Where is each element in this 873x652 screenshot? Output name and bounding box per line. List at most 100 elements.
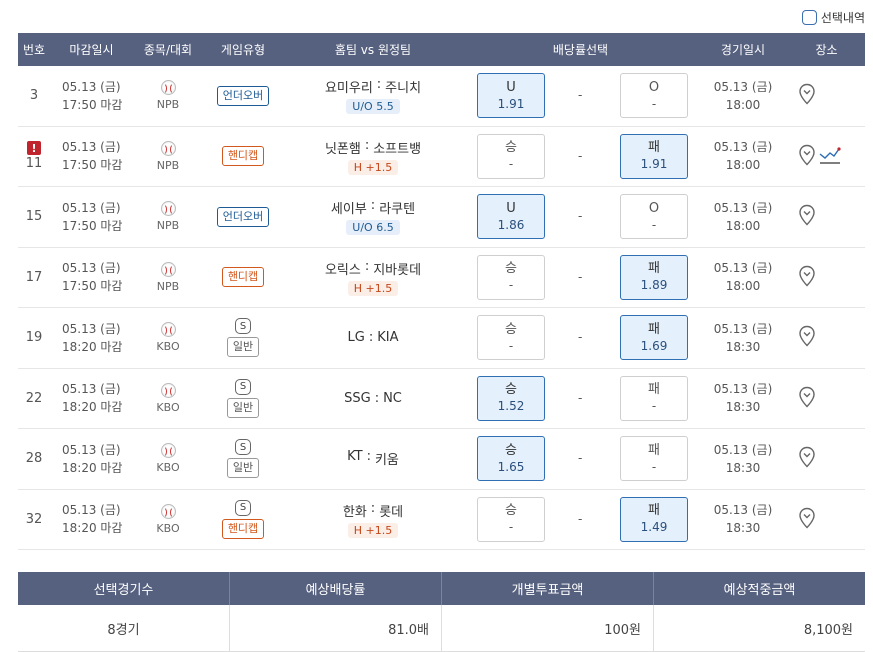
odds-button-left[interactable]: U 1.86: [477, 194, 545, 239]
game-time: 18:30: [725, 400, 761, 415]
odds-button-right[interactable]: 패 1.91: [620, 133, 688, 179]
game-type-tag: 일반: [226, 458, 260, 479]
odds-draw: -: [578, 330, 583, 344]
vs-separator: :: [368, 330, 374, 346]
away-team: 지바롯데: [373, 262, 422, 278]
odds-button-left[interactable]: 승 1.65: [477, 436, 545, 481]
baseball-icon: [160, 503, 176, 519]
odds-button-right[interactable]: O-: [620, 194, 688, 239]
odds-draw: -: [578, 148, 583, 163]
event-cell: NPB: [133, 66, 203, 126]
game-time: 18:00: [725, 158, 761, 173]
game-datetime-cell: 05.13 (금) 18:00: [698, 127, 788, 187]
event-cell: KBO: [133, 490, 203, 550]
odds-cell: 승 - - 패 1.69: [463, 308, 698, 368]
game-type-cell: S 핸디캡: [203, 490, 283, 550]
odds-option-label: 패: [648, 382, 660, 397]
odds-cell: 승 - - 패 1.91: [463, 127, 698, 187]
odds-button-right[interactable]: O-: [620, 73, 688, 118]
place-cell: [788, 308, 865, 368]
row-number: 19: [25, 330, 43, 346]
odds-cell: U 1.91 - O -: [463, 66, 698, 126]
odds-button-right[interactable]: 패-: [620, 436, 688, 481]
summary-payout: 8,100원: [803, 622, 853, 638]
game-time: 18:00: [725, 279, 761, 294]
vs-separator: :: [376, 77, 382, 93]
odds-button-left[interactable]: 승 1.52: [477, 375, 545, 421]
game-time: 18:00: [725, 97, 761, 112]
teams-cell: SSG: NC: [283, 369, 463, 429]
odds-button-right[interactable]: 패 1.69: [620, 315, 688, 360]
location-pin-icon[interactable]: [798, 507, 816, 532]
deadline-date: 05.13 (금): [62, 442, 121, 457]
league-name: NPB: [156, 98, 180, 112]
row-number-cell: ! 11: [18, 127, 50, 187]
odds-button-left[interactable]: 승-: [477, 133, 545, 179]
game-datetime-cell: 05.13 (금) 18:00: [698, 248, 788, 308]
odds-value: -: [651, 399, 657, 413]
row-number-cell: 17: [18, 248, 50, 308]
team-names: 요미우리: 주니치: [325, 77, 421, 96]
odds-value: -: [508, 338, 514, 353]
event-cell: NPB: [133, 248, 203, 308]
trend-chart-icon[interactable]: [818, 144, 842, 169]
odds-value: 1.89: [640, 278, 668, 292]
location-pin-icon[interactable]: [798, 446, 816, 471]
summary-odds: 81.0배: [230, 605, 442, 651]
selection-toggle[interactable]: 선택내역: [801, 6, 865, 28]
location-pin-icon[interactable]: [798, 83, 816, 108]
league-name: KBO: [156, 340, 180, 354]
odds-draw: -: [578, 209, 583, 223]
row-number-cell: 19: [18, 308, 50, 368]
location-pin-icon[interactable]: [798, 325, 816, 350]
odds-cell: 승 - - 패 1.49: [463, 490, 698, 550]
location-pin-icon[interactable]: [798, 386, 816, 411]
location-pin-icon[interactable]: [798, 144, 816, 169]
odds-option-label: U: [506, 79, 516, 95]
odds-cell: 승 - - 패 1.89: [463, 248, 698, 308]
selection-checkbox[interactable]: [801, 9, 817, 25]
odds-button-right[interactable]: 패-: [620, 375, 688, 421]
odds-value: -: [651, 459, 657, 474]
baseball-icon: [160, 201, 176, 217]
location-pin-icon[interactable]: [798, 265, 816, 290]
odds-button-right[interactable]: 패 1.49: [620, 496, 688, 542]
table-row: 17 05.13 (금) 17:50 마감 NPB 핸디캡 오릭스: 지바롯데 H +1.5 승…: [18, 248, 865, 308]
deadline-cell: 05.13 (금) 17:50 마감: [50, 66, 133, 126]
team-names: 세이부: 라쿠텐: [331, 198, 415, 217]
handicap-badge: H +1.5: [347, 280, 399, 296]
league-name: NPB: [156, 158, 180, 172]
odds-button-right[interactable]: 패 1.89: [620, 254, 688, 300]
header-teams: 홈팀 vs 원정팀: [334, 43, 412, 57]
odds-value: 1.65: [497, 459, 525, 474]
baseball-icon: [160, 322, 176, 338]
row-number-cell: 3: [18, 66, 50, 126]
odds-value: 1.52: [497, 399, 525, 413]
odds-button-left[interactable]: U 1.91: [477, 73, 545, 118]
deadline-date: 05.13 (금): [62, 321, 121, 336]
odds-draw: -: [578, 269, 583, 284]
s-badge: S: [235, 378, 251, 395]
odds-button-left[interactable]: 승-: [477, 254, 545, 300]
away-team: KIA: [377, 330, 399, 346]
game-time: 18:30: [725, 460, 761, 475]
row-number-cell: 28: [18, 429, 50, 489]
odds-value: -: [508, 157, 514, 171]
teams-cell: 요미우리: 주니치 U/O 5.5: [283, 66, 463, 126]
odds-option-label: O: [648, 200, 660, 216]
location-pin-icon[interactable]: [798, 204, 816, 229]
place-cell: [788, 127, 865, 187]
game-time: 18:30: [725, 521, 761, 536]
event-cell: KBO: [133, 369, 203, 429]
place-cell: [788, 490, 865, 550]
odds-button-left[interactable]: 승-: [477, 315, 545, 360]
game-time: 18:00: [725, 218, 761, 233]
game-time: 18:30: [725, 339, 761, 354]
odds-value: -: [651, 96, 657, 111]
vs-separator: :: [370, 500, 376, 516]
odds-value: -: [651, 217, 657, 232]
odds-button-left[interactable]: 승-: [477, 496, 545, 542]
deadline-cell: 05.13 (금) 18:20 마감: [50, 369, 133, 429]
header-game-datetime: 경기일시: [720, 43, 766, 57]
game-date: 05.13 (금): [713, 321, 773, 336]
